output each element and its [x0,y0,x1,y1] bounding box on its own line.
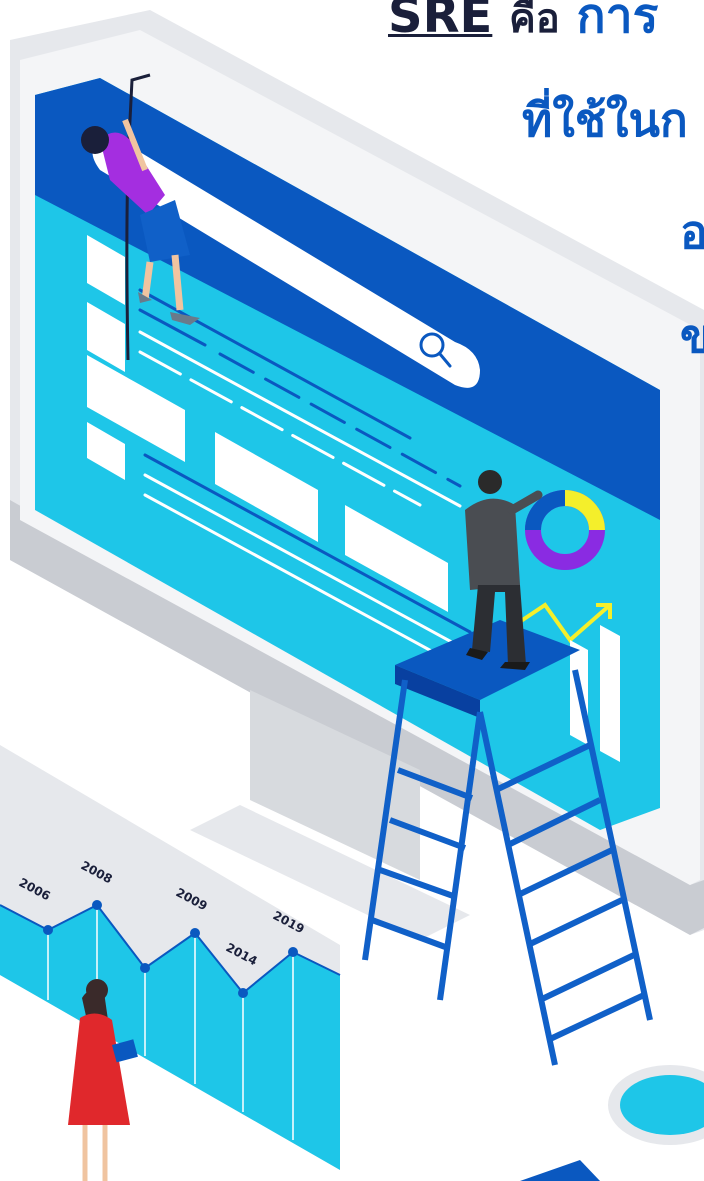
headline-term: SRE [388,0,493,44]
headline-connector: คือ [509,0,560,42]
headline-line-4: ข [680,309,704,363]
headline-line-3: อ [680,205,704,259]
headline-line-1: SRE คือ การ [388,0,658,54]
headline-line-2: ที่ใช้ในก [522,93,688,147]
isometric-illustration: 2006 2008 2009 2014 2019 [0,10,704,1181]
magnifier-icon [520,1065,704,1181]
headline-rest: การ [576,0,659,44]
